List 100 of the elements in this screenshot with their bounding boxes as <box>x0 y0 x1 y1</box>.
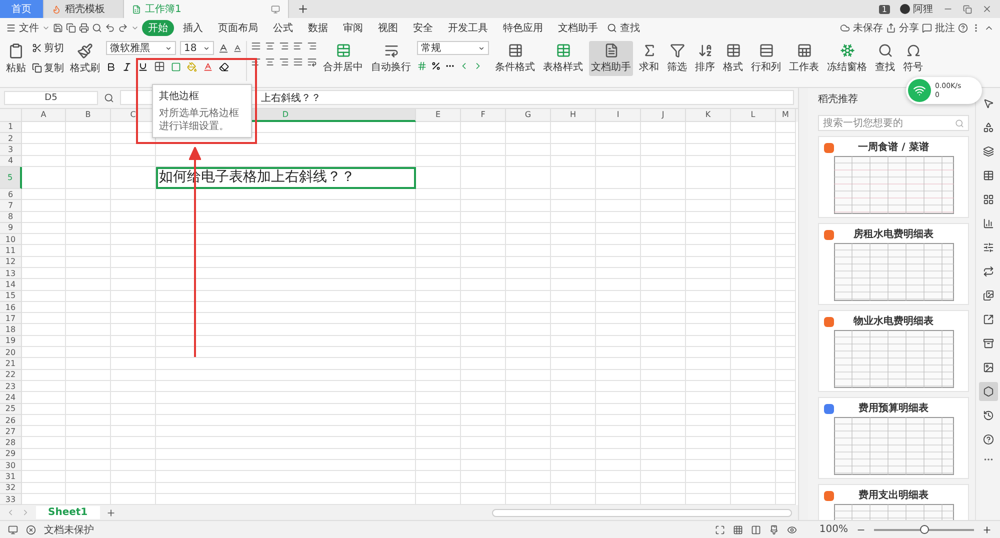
row-header[interactable]: 1 <box>0 122 22 134</box>
ribbon-tool-button[interactable]: 查找 <box>873 41 897 76</box>
save-icon[interactable] <box>53 23 63 33</box>
zoom-level[interactable]: 100% <box>819 524 848 535</box>
decrease-font-icon[interactable] <box>233 44 242 52</box>
document-tab[interactable]: 稻壳模板 <box>44 0 124 18</box>
column-header[interactable]: L <box>731 108 776 122</box>
row-header[interactable]: 16 <box>0 302 22 314</box>
font-size-select[interactable]: 18 <box>180 41 214 55</box>
ribbon-tab[interactable]: 文档助手 <box>552 20 604 36</box>
border-icon[interactable] <box>154 61 165 72</box>
row-header[interactable]: 19 <box>0 336 22 348</box>
align-icon[interactable] <box>279 57 289 67</box>
row-header[interactable]: 30 <box>0 460 22 472</box>
column-header[interactable]: E <box>416 108 461 122</box>
comment-button[interactable]: 批注 <box>935 21 955 35</box>
row-header[interactable]: 26 <box>0 414 22 426</box>
align-icon[interactable] <box>307 57 317 67</box>
template-card[interactable]: 费用支出明细表 <box>818 484 970 520</box>
ribbon-tab[interactable]: 视图 <box>372 20 404 36</box>
cell-style-icon[interactable] <box>171 62 181 72</box>
template-card[interactable]: 房租水电费明细表 <box>818 223 970 305</box>
cut-button[interactable]: 剪切 <box>32 41 64 55</box>
column-header[interactable]: J <box>641 108 686 122</box>
ribbon-tab[interactable]: 安全 <box>407 20 439 36</box>
align-icon[interactable] <box>307 41 317 51</box>
menu-icon[interactable] <box>6 23 16 33</box>
row-header[interactable]: 7 <box>0 200 22 212</box>
share-button[interactable]: 分享 <box>899 21 919 35</box>
row-header[interactable]: 32 <box>0 482 22 494</box>
protection-status[interactable]: 文档未保护 <box>44 522 94 536</box>
ribbon-tool-button[interactable]: 格式 <box>721 41 745 76</box>
row-header[interactable]: 6 <box>0 188 22 200</box>
row-header[interactable]: 25 <box>0 404 22 415</box>
template-search-field[interactable]: 搜索一切您想要的 <box>818 115 970 131</box>
row-header[interactable]: 3 <box>0 144 22 156</box>
paste-button[interactable]: 粘贴 <box>4 41 28 77</box>
ribbon-tool-button[interactable]: 排序 <box>693 41 717 76</box>
align-icon[interactable] <box>293 57 303 67</box>
new-tab-icon[interactable] <box>297 3 309 15</box>
row-header[interactable]: 21 <box>0 358 22 370</box>
ribbon-tool-button[interactable]: 求和 <box>637 41 661 76</box>
add-sheet-icon[interactable] <box>106 508 116 518</box>
ribbon-tool-button[interactable]: 符号 <box>901 41 925 76</box>
row-header[interactable]: 31 <box>0 471 22 483</box>
row-header[interactable]: 9 <box>0 222 22 234</box>
ribbon-tab[interactable]: 页面布局 <box>212 20 264 36</box>
page-view-icon[interactable] <box>751 524 762 534</box>
row-header[interactable]: 24 <box>0 392 22 404</box>
template-card[interactable]: 一周食谱 / 菜谱 <box>818 136 970 218</box>
align-icon[interactable] <box>265 57 275 67</box>
help-icon[interactable] <box>958 23 968 33</box>
next-sheet-icon[interactable] <box>21 508 30 518</box>
ribbon-tab[interactable]: 数据 <box>302 20 334 36</box>
row-header[interactable]: 17 <box>0 313 22 324</box>
ribbon-tab[interactable]: 开发工具 <box>442 20 494 36</box>
template-card[interactable]: 费用预算明细表 <box>818 397 970 479</box>
merge-button[interactable]: 合并居中 <box>321 41 365 76</box>
bold-icon[interactable] <box>106 62 116 72</box>
row-header[interactable]: 33 <box>0 494 22 506</box>
file-menu[interactable]: 文件 <box>19 21 39 35</box>
ribbon-tab[interactable]: 插入 <box>177 20 209 36</box>
panel-title[interactable]: 稻壳推荐 <box>818 92 858 106</box>
align-icon[interactable] <box>251 57 261 67</box>
row-header[interactable]: 22 <box>0 370 22 381</box>
wrap-text-button[interactable]: 自动换行 <box>369 41 413 76</box>
row-header[interactable]: 28 <box>0 437 22 449</box>
column-header[interactable]: B <box>66 108 111 122</box>
column-header[interactable]: I <box>596 108 641 122</box>
column-header[interactable]: K <box>686 108 731 122</box>
ribbon-tool-button[interactable]: 行和列 <box>749 41 783 76</box>
horizontal-scrollbar[interactable] <box>492 508 792 517</box>
name-box[interactable]: D5 <box>4 90 98 105</box>
row-header[interactable]: 11 <box>0 245 22 257</box>
fill-color-icon[interactable] <box>187 62 197 72</box>
column-header[interactable]: M <box>776 108 796 122</box>
template-card[interactable]: 物业水电费明细表 <box>818 310 970 392</box>
copy-button[interactable]: 复制 <box>32 61 64 75</box>
font-family-select[interactable]: 微软雅黑 <box>106 41 176 55</box>
italic-icon[interactable] <box>122 62 132 72</box>
align-icon[interactable] <box>265 41 275 51</box>
row-header[interactable]: 15 <box>0 290 22 302</box>
window-count[interactable]: 1 <box>878 4 890 14</box>
monitor-icon[interactable] <box>8 524 18 534</box>
restore-icon[interactable] <box>963 4 972 14</box>
ribbon-tab[interactable]: 特色应用 <box>497 20 549 36</box>
align-icon[interactable] <box>279 41 289 51</box>
column-header[interactable]: H <box>551 108 596 122</box>
ribbon-tool-button[interactable]: 文档助手 <box>589 41 633 76</box>
font-color-icon[interactable] <box>203 62 213 72</box>
zoom-slider-thumb[interactable] <box>920 524 929 534</box>
column-header[interactable]: F <box>461 108 506 122</box>
row-header[interactable]: 8 <box>0 212 22 223</box>
ribbon-tool-button[interactable]: 条件格式 <box>493 41 537 76</box>
row-header[interactable]: 2 <box>0 133 22 144</box>
row-header[interactable]: 10 <box>0 234 22 246</box>
avatar-icon[interactable] <box>900 4 910 14</box>
ribbon-tool-button[interactable]: 冻结窗格 <box>825 41 869 76</box>
zoom-in-icon[interactable] <box>982 524 992 534</box>
increase-font-icon[interactable] <box>218 42 229 54</box>
